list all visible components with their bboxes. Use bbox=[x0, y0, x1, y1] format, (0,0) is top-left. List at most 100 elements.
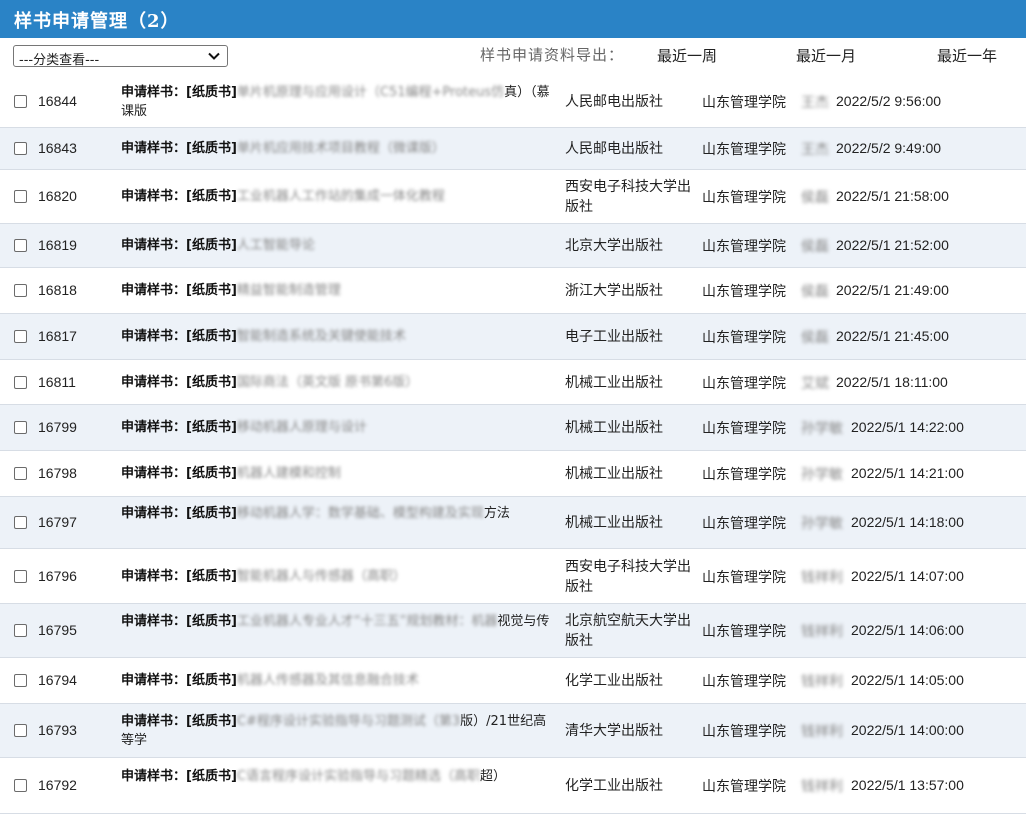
school: 山东管理学院 bbox=[702, 142, 786, 158]
book-title-rest: 方法 bbox=[483, 506, 510, 521]
school: 山东管理学院 bbox=[702, 569, 786, 586]
table-row[interactable]: 16819 申请样书：[纸质书]人工智能导论 北京大学出版社 山东管理学院 侯磊 2022… bbox=[0, 224, 1026, 268]
book-title[interactable]: C语言程序设计实验指导与习题精选（高职 bbox=[237, 769, 480, 784]
book-title[interactable]: 人工智能导论 bbox=[237, 238, 315, 253]
row-checkbox[interactable] bbox=[14, 375, 27, 389]
request-title: 申请样书：[纸质书]智能制造系统及关键使能技术 bbox=[121, 327, 557, 346]
row-checkbox[interactable] bbox=[14, 330, 27, 343]
request-time: 2022/5/1 14:22:00 bbox=[851, 419, 964, 435]
paper-book-tag: [纸质书] bbox=[186, 283, 237, 298]
row-checkbox[interactable] bbox=[14, 421, 27, 434]
apply-label: 申请样书： bbox=[121, 466, 187, 481]
category-filter-select[interactable]: ---分类查看--- bbox=[13, 45, 228, 68]
request-title: 申请样书：[纸质书]国际商法（英文版 原书第6版） bbox=[121, 373, 557, 392]
table-row[interactable]: 16792 申请样书：[纸质书]C语言程序设计实验指导与习题精选（高职超） 化学工业… bbox=[0, 758, 1026, 814]
row-checkbox[interactable] bbox=[14, 142, 27, 155]
request-id: 16819 bbox=[38, 237, 77, 253]
request-time: 2022/5/1 14:07:00 bbox=[851, 567, 964, 584]
publisher: 机械工业出版社 bbox=[565, 515, 663, 531]
publisher: 北京航空航天大学出版社 bbox=[565, 613, 691, 649]
request-title: 申请样书：[纸质书]精益智能制造管理 bbox=[121, 281, 557, 300]
book-title[interactable]: 单片机原理与应用设计（C51编程+Proteus仿 bbox=[237, 85, 504, 100]
request-title: 申请样书：[纸质书]机器人建模和控制 bbox=[121, 464, 557, 483]
request-title: 申请样书：[纸质书]人工智能导论 bbox=[121, 236, 557, 255]
book-title[interactable]: 单片机应用技术项目教程（微课版） bbox=[237, 141, 445, 156]
table-row[interactable]: 16818 申请样书：[纸质书]精益智能制造管理 浙江大学出版社 山东管理学院 侯磊 20… bbox=[0, 268, 1026, 314]
chevron-down-icon bbox=[208, 52, 220, 60]
apply-label: 申请样书： bbox=[121, 420, 187, 435]
row-checkbox[interactable] bbox=[14, 516, 27, 529]
school: 山东管理学院 bbox=[702, 467, 786, 483]
request-time: 2022/5/2 9:49:00 bbox=[836, 140, 942, 156]
row-checkbox[interactable] bbox=[14, 569, 27, 583]
request-id: 16799 bbox=[38, 419, 77, 435]
book-title[interactable]: 移动机器人学：数学基础、模型构建及实现 bbox=[237, 506, 484, 521]
school: 山东管理学院 bbox=[702, 674, 786, 690]
book-title[interactable]: 机器人建模和控制 bbox=[237, 466, 341, 481]
table-row[interactable]: 16811 申请样书：[纸质书]国际商法（英文版 原书第6版） 机械工业出版社 山东管… bbox=[0, 360, 1026, 405]
category-filter-value: ---分类查看--- bbox=[19, 53, 100, 68]
paper-book-tag: [纸质书] bbox=[186, 714, 237, 729]
publisher: 人民邮电出版社 bbox=[565, 94, 663, 110]
row-checkbox[interactable] bbox=[14, 239, 27, 252]
publisher: 西安电子科技大学出版社 bbox=[565, 558, 691, 595]
request-title: 申请样书：[纸质书]机器人传感器及其信息融合技术 bbox=[121, 671, 557, 690]
paper-book-tag: [纸质书] bbox=[186, 85, 237, 100]
applicant-name: 钱祥利 bbox=[801, 779, 843, 795]
book-title[interactable]: 精益智能制造管理 bbox=[237, 283, 341, 298]
row-checkbox[interactable] bbox=[14, 779, 27, 792]
request-id: 16820 bbox=[38, 188, 77, 204]
export-last-month-link[interactable]: 最近一月 bbox=[796, 45, 856, 66]
table-row[interactable]: 16794 申请样书：[纸质书]机器人传感器及其信息融合技术 化学工业出版社 山东管理… bbox=[0, 658, 1026, 704]
publisher: 北京大学出版社 bbox=[565, 238, 663, 254]
book-title-rest: 超） bbox=[479, 769, 506, 784]
table-row[interactable]: 16795 申请样书：[纸质书]工业机器人专业人才“十三五”规划教材：机器视觉与传… bbox=[0, 604, 1026, 658]
row-checkbox[interactable] bbox=[14, 95, 27, 108]
table-row[interactable]: 16797 申请样书：[纸质书]移动机器人学：数学基础、模型构建及实现方法 机械工业… bbox=[0, 497, 1026, 549]
row-checkbox[interactable] bbox=[14, 624, 27, 637]
apply-label: 申请样书： bbox=[121, 714, 187, 729]
table-row[interactable]: 16820 申请样书：[纸质书]工业机器人工作站的集成一体化教程 西安电子科技大学出… bbox=[0, 170, 1026, 224]
book-title[interactable]: 机器人传感器及其信息融合技术 bbox=[237, 673, 419, 688]
row-checkbox[interactable] bbox=[14, 674, 27, 687]
applicant-name: 王杰 bbox=[801, 142, 829, 158]
export-last-year-link[interactable]: 最近一年 bbox=[937, 45, 997, 66]
table-row[interactable]: 16817 申请样书：[纸质书]智能制造系统及关键使能技术 电子工业出版社 山东管理学… bbox=[0, 314, 1026, 360]
request-time: 2022/5/1 13:57:00 bbox=[851, 777, 964, 793]
book-title[interactable]: 移动机器人原理与设计 bbox=[237, 420, 367, 435]
request-title: 申请样书：[纸质书]智能机器人与传感器（高职） bbox=[121, 567, 557, 586]
applicant-name: 侯磊 bbox=[801, 190, 829, 206]
paper-book-tag: [纸质书] bbox=[186, 329, 237, 344]
paper-book-tag: [纸质书] bbox=[186, 506, 237, 521]
book-title[interactable]: C#程序设计实验指导与习题测试（第3 bbox=[237, 714, 460, 729]
request-id: 16798 bbox=[38, 465, 77, 481]
table-row[interactable]: 16796 申请样书：[纸质书]智能机器人与传感器（高职） 西安电子科技大学出版社山… bbox=[0, 549, 1026, 604]
book-title[interactable]: 智能机器人与传感器（高职） bbox=[237, 569, 406, 584]
apply-label: 申请样书： bbox=[121, 374, 187, 390]
book-title[interactable]: 智能制造系统及关键使能技术 bbox=[237, 329, 406, 344]
table-row[interactable]: 16799 申请样书：[纸质书]移动机器人原理与设计 机械工业出版社 山东管理学院 孙学… bbox=[0, 405, 1026, 451]
paper-book-tag: [纸质书] bbox=[186, 466, 237, 481]
applicant-name: 孙学敏 bbox=[801, 467, 843, 483]
table-row[interactable]: 16798 申请样书：[纸质书]机器人建模和控制 机械工业出版社 山东管理学院 孙学敏 2… bbox=[0, 451, 1026, 497]
book-title[interactable]: 工业机器人工作站的集成一体化教程 bbox=[237, 189, 445, 204]
row-checkbox[interactable] bbox=[14, 190, 27, 203]
table-row[interactable]: 16843 申请样书：[纸质书]单片机应用技术项目教程（微课版） 人民邮电出版社 山东… bbox=[0, 128, 1026, 170]
table-row[interactable]: 16844 申请样书：[纸质书]单片机原理与应用设计（C51编程+Proteus仿… bbox=[0, 76, 1026, 128]
request-id: 16793 bbox=[38, 722, 77, 738]
row-checkbox[interactable] bbox=[14, 467, 27, 480]
row-checkbox[interactable] bbox=[14, 724, 27, 737]
book-title[interactable]: 工业机器人专业人才“十三五”规划教材：机器 bbox=[237, 614, 497, 629]
apply-label: 申请样书： bbox=[121, 614, 187, 629]
table-row[interactable]: 16793 申请样书：[纸质书]C#程序设计实验指导与习题测试（第3版）/21世纪… bbox=[0, 704, 1026, 758]
request-time: 2022/5/1 14:18:00 bbox=[851, 514, 964, 530]
publisher: 机械工业出版社 bbox=[565, 466, 663, 482]
publisher: 机械工业出版社 bbox=[565, 420, 663, 436]
export-last-week-link[interactable]: 最近一周 bbox=[657, 45, 717, 66]
request-id: 16843 bbox=[38, 140, 77, 156]
paper-book-tag: [纸质书] bbox=[186, 189, 237, 204]
book-title[interactable]: 国际商法（英文版 原书第6版） bbox=[237, 375, 418, 390]
row-checkbox[interactable] bbox=[14, 284, 27, 297]
book-title-rest: 视觉与传 bbox=[497, 614, 550, 629]
school: 山东管理学院 bbox=[702, 724, 786, 740]
